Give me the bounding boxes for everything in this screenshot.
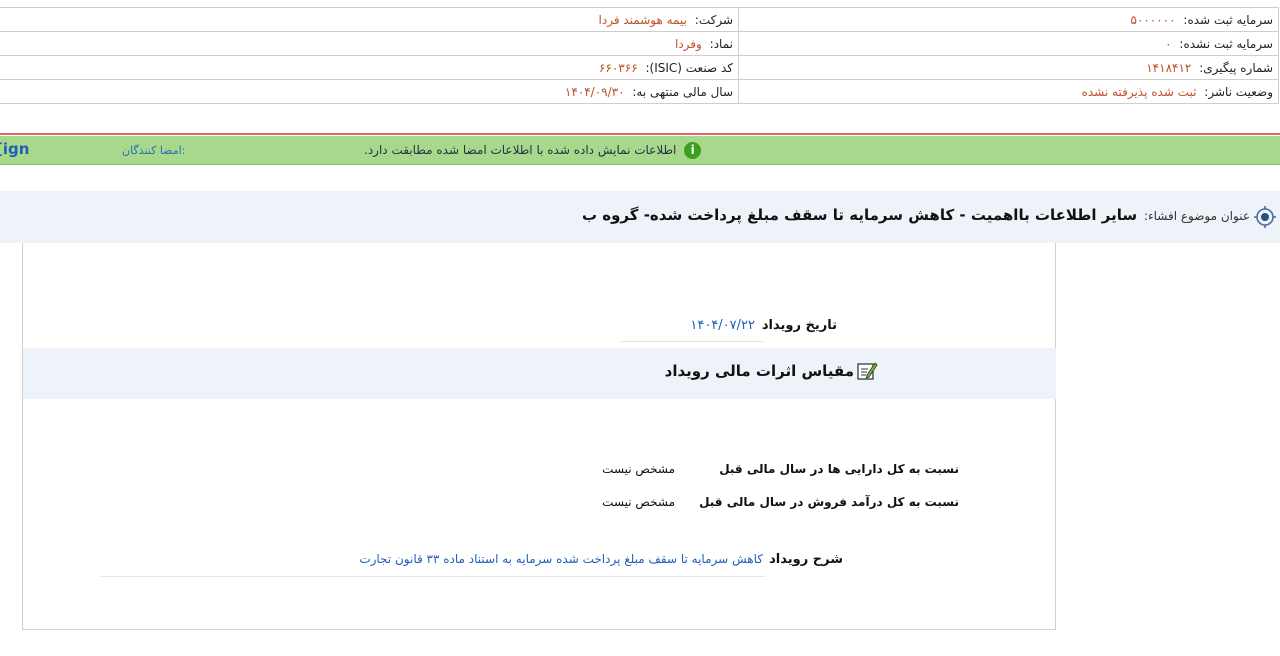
subject-text: عنوان موضوع افشاء: سایر اطلاعات بااهمیت … [582, 206, 1250, 224]
company-value: بیمه هوشمند فردا [598, 12, 687, 27]
symbol-cell: نماد: وفردا [0, 31, 739, 56]
registered-capital-cell: سرمایه ثبت شده: ۵۰۰۰۰۰۰ [738, 7, 1279, 32]
disclosure-subject-bar: عنوان موضوع افشاء: سایر اطلاعات بااهمیت … [0, 191, 1280, 243]
fiscal-year-cell: سال مالی منتهی به: ۱۴۰۴/۰۹/۳۰ [0, 79, 739, 104]
unregistered-capital-label: سرمایه ثبت نشده: [1179, 36, 1273, 51]
event-date-value: ۱۴۰۴/۰۷/۲۲ [690, 318, 755, 333]
info-row-3: کد صنعت (ISIC): ۶۶۰۳۶۶ شماره پیگیری: ۱۴۱… [0, 55, 1279, 80]
event-date-label-wrap: تاریخ رویداد [762, 318, 837, 333]
financial-impact-title: مقیاس اثرات مالی رویداد [664, 362, 854, 380]
ratio-sales-value: مشخص نیست [602, 495, 675, 509]
subject-prefix: عنوان موضوع افشاء: [1143, 209, 1250, 223]
description-value-wrap: کاهش سرمایه تا سقف مبلغ پرداخت شده سرمای… [359, 552, 763, 566]
fiscal-year-label: سال مالی منتهی به: [632, 84, 733, 99]
ratio-assets-label-wrap: نسبت به کل دارایی ها در سال مالی قبل [719, 462, 959, 476]
description-value: کاهش سرمایه تا سقف مبلغ پرداخت شده سرمای… [359, 552, 763, 566]
tracking-cell: شماره پیگیری: ۱۴۱۸۴۱۲ [738, 55, 1279, 80]
event-date-label: تاریخ رویداد [761, 318, 837, 333]
unregistered-capital-value: ۰ [1165, 36, 1172, 51]
info-row-2: نماد: وفردا سرمایه ثبت نشده: ۰ [0, 31, 1279, 56]
publisher-status-value: ثبت شده پذیرفته نشده [1081, 84, 1197, 99]
signers-label: امضا کنندگان: [122, 144, 186, 157]
info-icon: i [684, 142, 702, 159]
financial-impact-section-header: مقیاس اثرات مالی رویداد [23, 348, 1056, 399]
info-row-4: سال مالی منتهی به: ۱۴۰۴/۰۹/۳۰ وضعیت ناشر… [0, 79, 1279, 104]
company-label: شرکت: [694, 12, 733, 27]
description-label-wrap: شرح رویداد [769, 552, 843, 567]
symbol-value: وفردا [675, 36, 702, 51]
signature-notice-bar: i اطلاعات نمایش داده شده با اطلاعات امضا… [0, 136, 1280, 165]
event-panel: تاریخ رویداد ۱۴۰۴/۰۷/۲۲ مقیاس اثرات مالی… [22, 243, 1056, 630]
registered-capital-value: ۵۰۰۰۰۰۰ [1130, 12, 1176, 27]
info-row-1: شرکت: بیمه هوشمند فردا سرمایه ثبت شده: ۵… [0, 7, 1279, 32]
isic-cell: کد صنعت (ISIC): ۶۶۰۳۶۶ [0, 55, 739, 80]
ratio-assets-label: نسبت به کل دارایی ها در سال مالی قبل [719, 462, 959, 476]
company-cell: شرکت: بیمه هوشمند فردا [0, 7, 739, 32]
tracking-label: شماره پیگیری: [1199, 60, 1273, 75]
target-icon [1254, 206, 1276, 228]
event-date-value-wrap: ۱۴۰۴/۰۷/۲۲ [690, 318, 755, 333]
ratio-sales-value-wrap: مشخص نیست [602, 495, 675, 509]
ratio-assets-value: مشخص نیست [602, 462, 675, 476]
registered-capital-label: سرمایه ثبت شده: [1183, 12, 1273, 27]
publisher-status-cell: وضعیت ناشر: ثبت شده پذیرفته نشده [738, 79, 1279, 104]
isic-value: ۶۶۰۳۶۶ [598, 60, 638, 75]
notice-message-wrap: i اطلاعات نمایش داده شده با اطلاعات امضا… [364, 142, 702, 159]
company-info-table: شرکت: بیمه هوشمند فردا سرمایه ثبت شده: ۵… [0, 7, 1279, 104]
description-label: شرح رویداد [769, 552, 843, 567]
description-underline [101, 576, 765, 577]
subject-title: سایر اطلاعات بااهمیت - کاهش سرمایه تا سق… [581, 206, 1138, 224]
ratio-sales-label: نسبت به کل درآمد فروش در سال مالی قبل [699, 495, 959, 509]
signers-link[interactable]: [ign [0, 140, 29, 158]
red-divider [0, 133, 1280, 135]
ratio-sales-label-wrap: نسبت به کل درآمد فروش در سال مالی قبل [699, 495, 959, 509]
edit-note-icon [857, 362, 878, 380]
ratio-assets-value-wrap: مشخص نیست [602, 462, 675, 476]
fiscal-year-value: ۱۴۰۴/۰۹/۳۰ [564, 84, 625, 99]
notice-message: اطلاعات نمایش داده شده با اطلاعات امضا ش… [364, 143, 677, 157]
tracking-value: ۱۴۱۸۴۱۲ [1146, 60, 1192, 75]
symbol-label: نماد: [709, 36, 733, 51]
event-date-underline [621, 341, 763, 342]
isic-label: کد صنعت (ISIC): [645, 60, 733, 75]
publisher-status-label: وضعیت ناشر: [1204, 84, 1273, 99]
unregistered-capital-cell: سرمایه ثبت نشده: ۰ [738, 31, 1279, 56]
